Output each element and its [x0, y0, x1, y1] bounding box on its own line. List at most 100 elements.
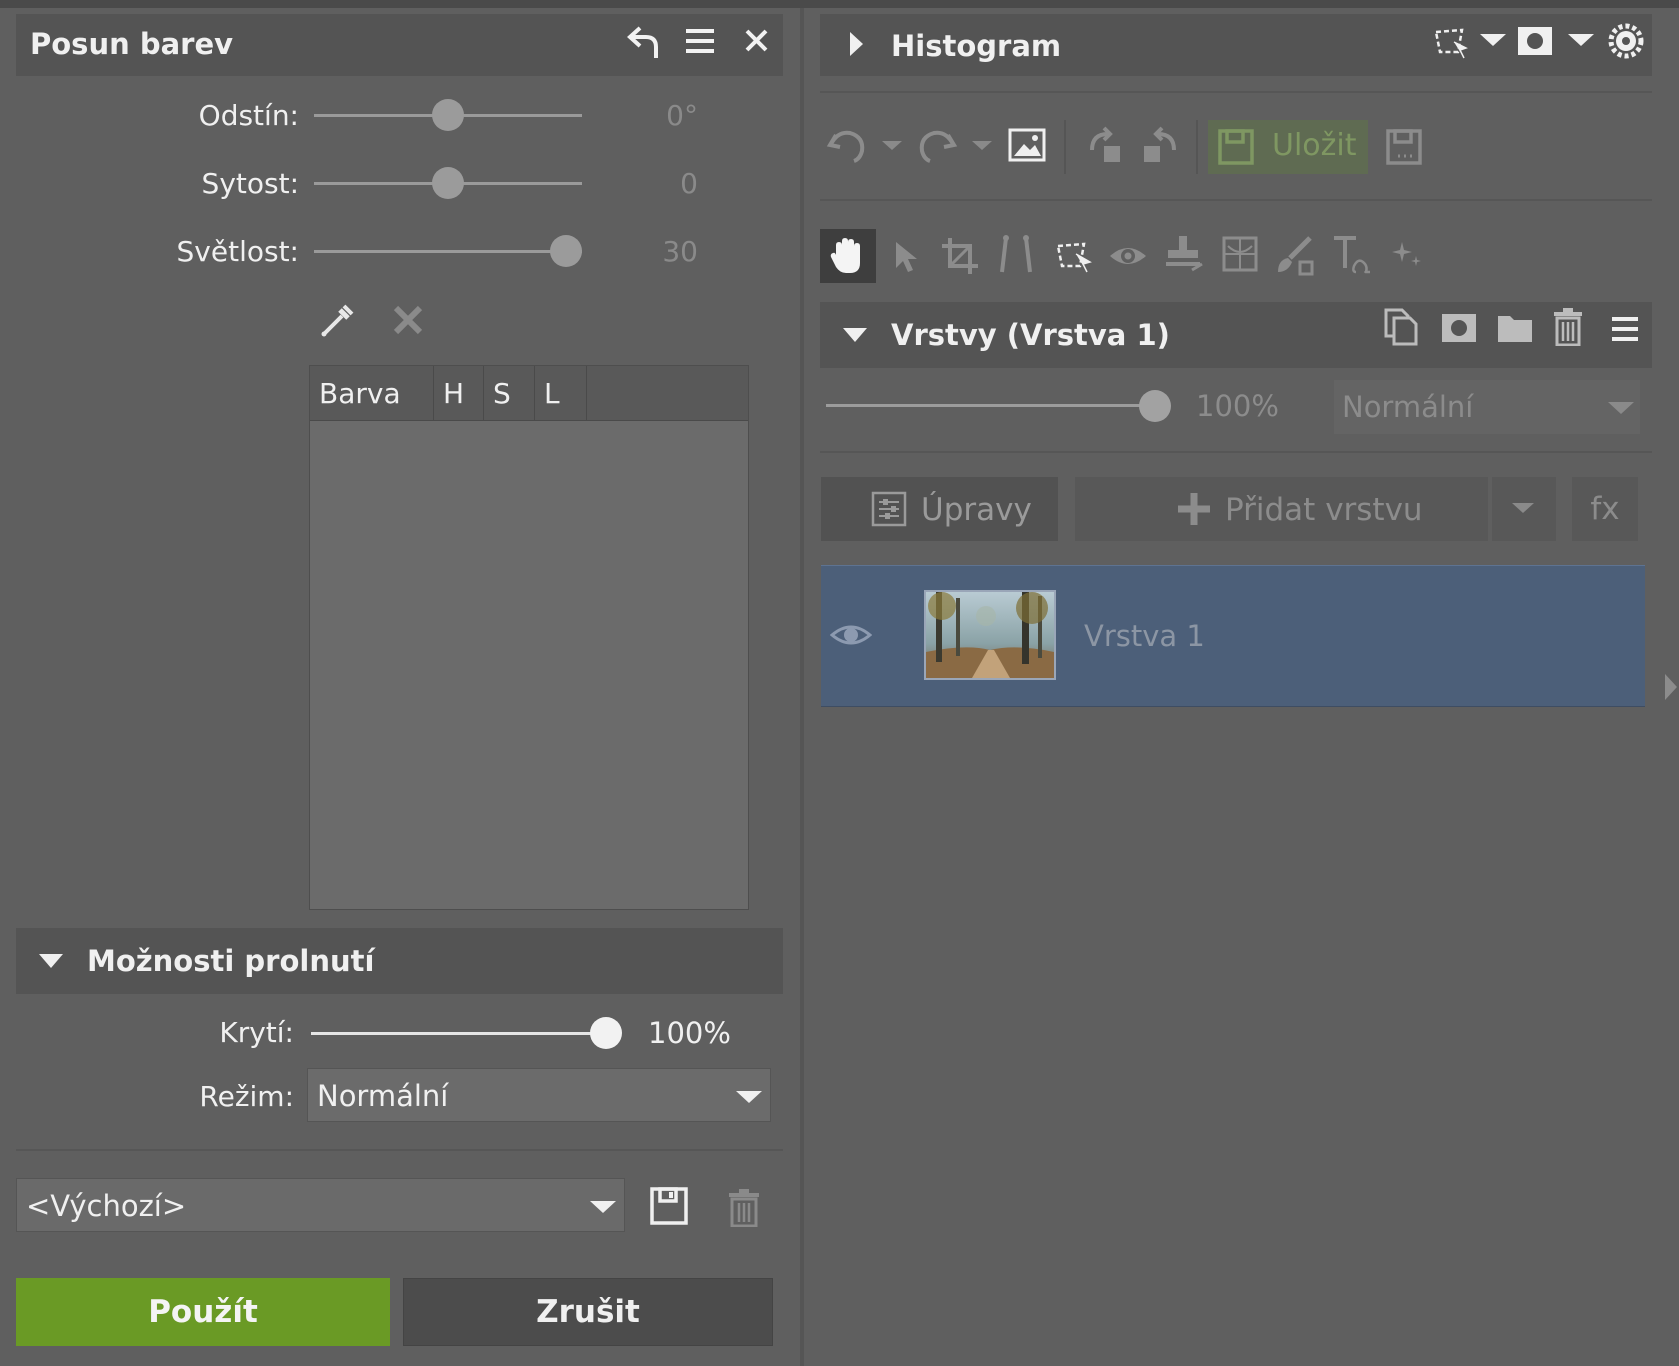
fx-button[interactable]: fx: [1572, 477, 1638, 541]
color-table[interactable]: Barva H S L: [309, 365, 749, 910]
column-header-color[interactable]: Barva: [310, 366, 434, 421]
chevron-down-icon[interactable]: [972, 141, 992, 150]
layer-name[interactable]: Vrstva 1: [1084, 619, 1205, 653]
chevron-down-icon[interactable]: [882, 141, 902, 150]
saturation-value: 0: [680, 167, 698, 200]
column-header-s[interactable]: S: [484, 366, 535, 421]
blend-options-title: Možnosti prolnutí: [87, 944, 375, 978]
saturation-slider-thumb[interactable]: [432, 167, 464, 199]
chevron-down-icon[interactable]: [1568, 34, 1594, 46]
chevron-down-icon: [590, 1201, 616, 1213]
layers-header[interactable]: Vrstvy (Vrstva 1): [820, 302, 1652, 368]
layer-blend-mode-value: Normální: [1342, 390, 1474, 424]
column-header-h[interactable]: H: [434, 366, 484, 421]
hamburger-menu-icon[interactable]: [684, 26, 716, 60]
effects-sparkle-icon[interactable]: [1388, 238, 1424, 278]
blend-mode-select[interactable]: Normální: [307, 1068, 771, 1122]
clear-x-icon[interactable]: [391, 303, 425, 341]
saturation-label: Sytost:: [201, 167, 299, 200]
chevron-down-icon[interactable]: [1480, 34, 1506, 46]
delete-preset-icon[interactable]: [727, 1189, 761, 1231]
layers-title: Vrstvy (Vrstva 1): [891, 318, 1170, 352]
adjustments-button[interactable]: Úpravy: [821, 477, 1058, 541]
adjustments-icon: [871, 491, 907, 535]
save-preset-icon[interactable]: [649, 1186, 689, 1230]
save-as-icon[interactable]: [1386, 129, 1424, 169]
red-eye-icon[interactable]: [1108, 240, 1148, 276]
hand-tool[interactable]: [820, 229, 876, 283]
rotate-right-icon[interactable]: [1140, 126, 1180, 172]
transform-icon[interactable]: [1220, 234, 1260, 280]
gear-icon[interactable]: [1606, 21, 1646, 65]
redo-icon[interactable]: [916, 125, 958, 169]
opacity-label: Krytí:: [219, 1016, 294, 1049]
column-header-l[interactable]: L: [535, 366, 587, 421]
image-icon[interactable]: [1008, 128, 1046, 166]
save-icon: [1218, 129, 1254, 169]
clone-stamp-icon[interactable]: [1164, 234, 1204, 280]
straighten-icon[interactable]: [996, 234, 1036, 280]
preset-select[interactable]: <Výchozí>: [16, 1178, 625, 1232]
mask-icon[interactable]: [1516, 25, 1554, 61]
layer-opacity-thumb[interactable]: [1139, 390, 1171, 422]
opacity-slider-thumb[interactable]: [590, 1017, 622, 1049]
undo-arrow-icon[interactable]: [626, 22, 660, 66]
save-button[interactable]: Uložit: [1208, 120, 1368, 174]
layer-opacity-track[interactable]: [826, 404, 1156, 407]
blend-options-section-header[interactable]: Možnosti prolnutí: [16, 928, 783, 994]
hamburger-menu-icon[interactable]: [1610, 314, 1640, 348]
folder-icon[interactable]: [1496, 312, 1534, 348]
adjustments-label: Úpravy: [921, 492, 1032, 528]
pointer-icon[interactable]: [892, 238, 920, 280]
layer-thumbnail[interactable]: [924, 590, 1056, 680]
layer-row[interactable]: Vrstva 1: [821, 565, 1645, 707]
panel-divider[interactable]: [800, 8, 804, 1366]
toolbar-separator: [1196, 120, 1198, 174]
add-layer-button[interactable]: Přidat vrstvu: [1075, 477, 1488, 541]
expand-side-panel-icon[interactable]: [1664, 672, 1678, 706]
histogram-header[interactable]: Histogram: [820, 14, 1652, 76]
brush-icon[interactable]: [1274, 236, 1316, 280]
duplicate-layer-icon[interactable]: [1382, 306, 1420, 350]
close-icon[interactable]: [742, 26, 772, 60]
collapse-triangle-icon[interactable]: [38, 952, 64, 974]
hand-icon: [828, 235, 868, 281]
toolbar-separator: [1064, 120, 1066, 174]
delete-layer-icon[interactable]: [1552, 308, 1584, 350]
chevron-down-icon: [1608, 402, 1634, 414]
rotate-left-icon[interactable]: [1086, 126, 1126, 172]
selection-tool-icon[interactable]: [1432, 26, 1468, 64]
opacity-value: 100%: [648, 1016, 731, 1050]
divider: [820, 91, 1652, 93]
mode-label: Režim:: [199, 1080, 294, 1113]
opacity-slider-track[interactable]: [311, 1032, 607, 1035]
divider: [16, 1149, 783, 1151]
apply-button[interactable]: Použít: [16, 1278, 390, 1346]
cancel-button[interactable]: Zrušit: [403, 1278, 773, 1346]
eyedropper-icon[interactable]: [318, 300, 358, 344]
collapse-triangle-icon[interactable]: [842, 326, 868, 348]
eye-visibility-icon[interactable]: [829, 621, 873, 653]
lightness-slider-track[interactable]: [314, 250, 582, 253]
lightness-label: Světlost:: [176, 235, 299, 268]
divider: [820, 199, 1652, 201]
window-top-strip: [0, 0, 1679, 8]
text-tool-icon[interactable]: [1332, 234, 1372, 280]
expand-triangle-icon[interactable]: [848, 31, 864, 61]
crop-icon[interactable]: [940, 236, 980, 280]
undo-icon[interactable]: [826, 125, 868, 169]
layer-mask-icon[interactable]: [1440, 312, 1478, 348]
blend-mode-value: Normální: [317, 1079, 449, 1113]
lightness-slider-thumb[interactable]: [550, 235, 582, 267]
plus-icon: [1176, 491, 1212, 535]
chevron-down-icon: [1512, 503, 1534, 513]
panel-title: Posun barev: [30, 27, 234, 61]
add-layer-dropdown[interactable]: [1492, 477, 1556, 541]
hue-label: Odstín:: [198, 99, 299, 132]
save-label: Uložit: [1272, 128, 1357, 163]
hue-slider-thumb[interactable]: [432, 99, 464, 131]
color-table-header: Barva H S L: [310, 366, 748, 421]
layer-blend-mode-select[interactable]: Normální: [1334, 380, 1640, 434]
selection-icon[interactable]: [1054, 238, 1092, 278]
lightness-value: 30: [662, 235, 698, 268]
